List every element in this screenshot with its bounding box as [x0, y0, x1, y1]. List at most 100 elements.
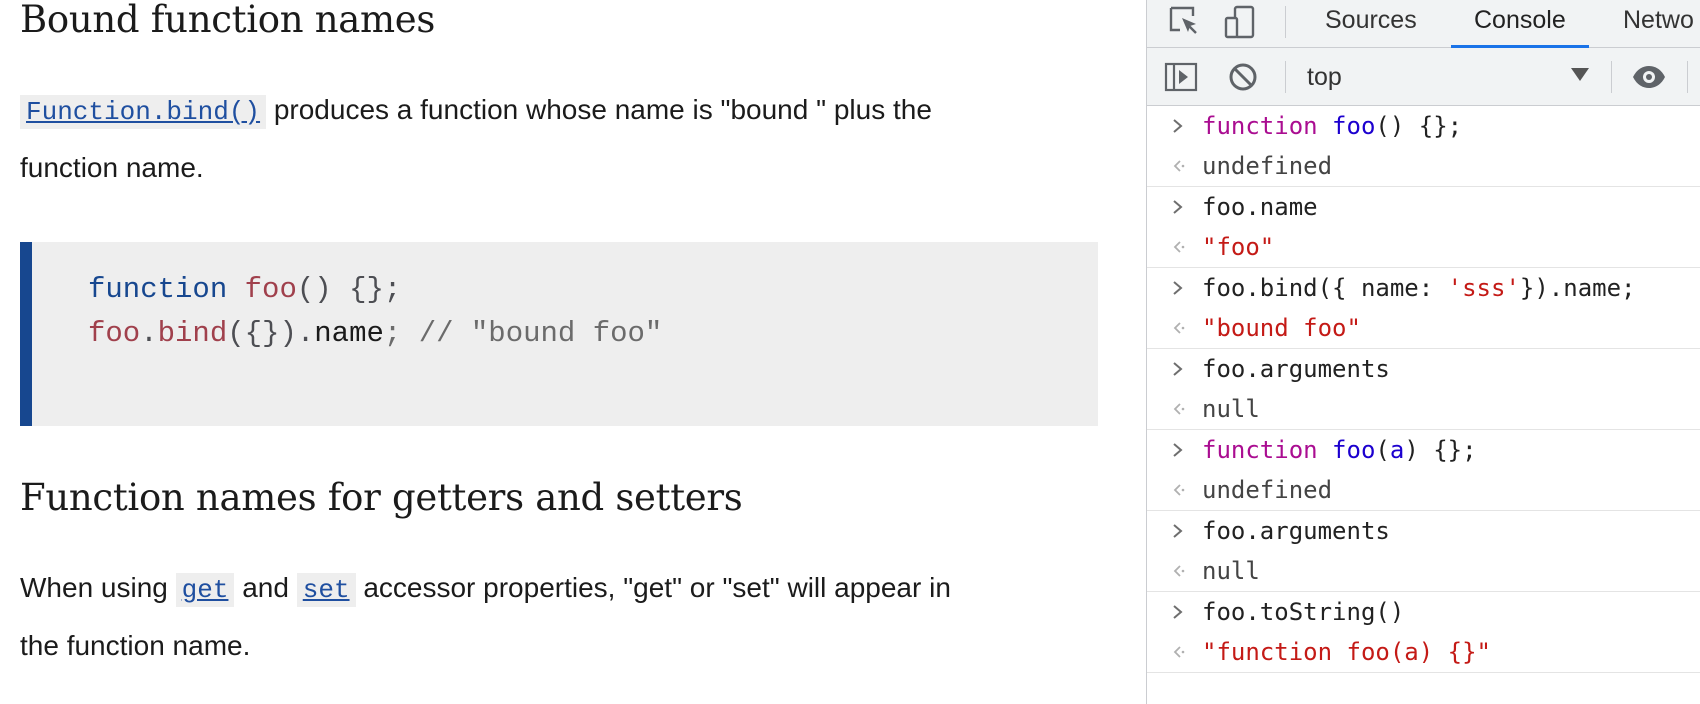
js-keyword: function — [1202, 436, 1318, 464]
console-entry: foo.bind({ name: 'sss'}).name; "bound fo… — [1147, 268, 1700, 349]
function-bind-link[interactable]: Function.bind() — [26, 97, 260, 127]
devtools-tabbar: Sources Console Netwo — [1147, 0, 1700, 48]
toolbar-divider — [1285, 61, 1286, 93]
console-entry: function foo() {}; undefined — [1147, 106, 1700, 187]
js-keyword: function — [1202, 112, 1318, 140]
console-input[interactable]: foo.bind({ name: 'sss'}).name; — [1147, 268, 1700, 308]
input-chevron-icon — [1169, 268, 1189, 308]
paragraph-text: accessor properties, "get" or "set" will… — [355, 572, 951, 603]
console-result[interactable]: "bound foo" — [1147, 308, 1700, 348]
console-input[interactable]: foo.arguments — [1147, 511, 1700, 551]
console-entry: function foo(a) {}; undefined — [1147, 430, 1700, 511]
paragraph-bind-text-2: function name. — [20, 152, 204, 183]
result-arrow-icon — [1169, 389, 1189, 429]
console-result[interactable]: undefined — [1147, 470, 1700, 510]
code-comment: ; // "bound foo" — [383, 317, 663, 350]
input-chevron-icon — [1169, 592, 1189, 632]
input-chevron-icon — [1169, 106, 1189, 146]
console-result[interactable]: null — [1147, 389, 1700, 429]
result-value: "foo" — [1202, 233, 1275, 261]
code-example: function foo() {}; foo.bind({}).name; //… — [20, 242, 1098, 426]
set-link[interactable]: set — [303, 575, 350, 605]
result-value: null — [1202, 395, 1260, 423]
console-result[interactable]: null — [1147, 551, 1700, 591]
result-value: undefined — [1202, 152, 1333, 180]
eye-icon[interactable] — [1631, 59, 1667, 95]
result-value: undefined — [1202, 476, 1333, 504]
js-param: a — [1389, 436, 1405, 464]
function-bind-code: Function.bind() — [20, 95, 267, 129]
get-code: get — [175, 573, 235, 607]
js-text: foo.bind({ name: — [1202, 274, 1448, 302]
result-value: "function foo(a) {}" — [1202, 638, 1491, 666]
paragraph-text-2: the function name. — [20, 630, 251, 661]
code-accent-bar — [20, 242, 32, 426]
tab-network[interactable]: Netwo — [1623, 0, 1694, 48]
js-identifier: foo — [1332, 436, 1376, 464]
js-text: ( — [1375, 436, 1390, 464]
paragraph-text: When using — [20, 572, 176, 603]
js-text: }).name; — [1519, 274, 1636, 302]
js-text: foo.arguments — [1202, 355, 1390, 383]
code-token: foo — [88, 317, 141, 350]
paragraph-getters-setters: When using get and set accessor properti… — [20, 560, 1100, 674]
console-toolbar: top — [1147, 48, 1700, 106]
device-toolbar-icon[interactable] — [1223, 4, 1259, 40]
result-arrow-icon — [1169, 227, 1189, 267]
console-input[interactable]: foo.arguments — [1147, 349, 1700, 389]
input-chevron-icon — [1169, 511, 1189, 551]
console-entry: foo.arguments null — [1147, 511, 1700, 592]
console-result[interactable]: "foo" — [1147, 227, 1700, 267]
console-entry: foo.toString() "function foo(a) {}" — [1147, 592, 1700, 673]
code-token: bind — [157, 317, 228, 350]
mdn-article: Bound function names Function.bind() pro… — [0, 0, 1146, 704]
result-value: "bound foo" — [1202, 314, 1361, 342]
paragraph-bind-text: produces a function whose name is "bound… — [266, 94, 932, 125]
tab-console[interactable]: Console — [1451, 0, 1589, 48]
console-entry: foo.name "foo" — [1147, 187, 1700, 268]
console-input[interactable]: function foo() {}; — [1147, 106, 1700, 146]
chevron-down-icon[interactable] — [1571, 68, 1589, 81]
set-code: set — [296, 573, 356, 607]
code-token: foo — [244, 273, 297, 306]
console-result[interactable]: "function foo(a) {}" — [1147, 632, 1700, 672]
get-link[interactable]: get — [182, 575, 229, 605]
sidebar-toggle-icon[interactable] — [1163, 59, 1199, 95]
input-chevron-icon — [1169, 430, 1189, 470]
result-arrow-icon — [1169, 632, 1189, 672]
tabbar-divider — [1285, 6, 1286, 38]
code-token: () {}; — [296, 273, 402, 306]
toolbar-divider — [1687, 61, 1688, 93]
console-entry: foo.arguments null — [1147, 349, 1700, 430]
result-arrow-icon — [1169, 146, 1189, 186]
result-arrow-icon — [1169, 551, 1189, 591]
devtools-panel: Sources Console Netwo top function foo()… — [1146, 0, 1700, 704]
heading-getters-setters: Function names for getters and setters — [20, 476, 743, 519]
code-token: ({}). — [227, 317, 315, 350]
context-selector[interactable]: top — [1307, 48, 1342, 106]
result-arrow-icon — [1169, 470, 1189, 510]
result-arrow-icon — [1169, 308, 1189, 348]
js-text: foo.name — [1202, 193, 1318, 221]
input-chevron-icon — [1169, 187, 1189, 227]
js-text: foo.toString() — [1202, 598, 1405, 626]
tab-sources[interactable]: Sources — [1325, 0, 1417, 48]
js-text: () {}; — [1375, 112, 1463, 140]
toolbar-divider — [1611, 61, 1612, 93]
inspect-element-icon[interactable] — [1167, 4, 1203, 40]
console-input[interactable]: foo.name — [1147, 187, 1700, 227]
console-input[interactable]: function foo(a) {}; — [1147, 430, 1700, 470]
paragraph-text: and — [234, 572, 297, 603]
console-result[interactable]: undefined — [1147, 146, 1700, 186]
console-input[interactable]: foo.toString() — [1147, 592, 1700, 632]
clear-console-icon[interactable] — [1225, 59, 1261, 95]
code-example-text[interactable]: function foo() {}; foo.bind({}).name; //… — [88, 268, 662, 356]
code-token: name — [314, 317, 384, 350]
console-output[interactable]: function foo() {}; undefined foo.name "f… — [1147, 106, 1700, 673]
code-token: function — [88, 273, 228, 306]
paragraph-bind: Function.bind() produces a function whos… — [20, 82, 1100, 196]
js-text: foo.arguments — [1202, 517, 1390, 545]
js-text: ) {}; — [1404, 436, 1477, 464]
js-identifier: foo — [1332, 112, 1376, 140]
js-string: 'sss' — [1447, 274, 1520, 302]
